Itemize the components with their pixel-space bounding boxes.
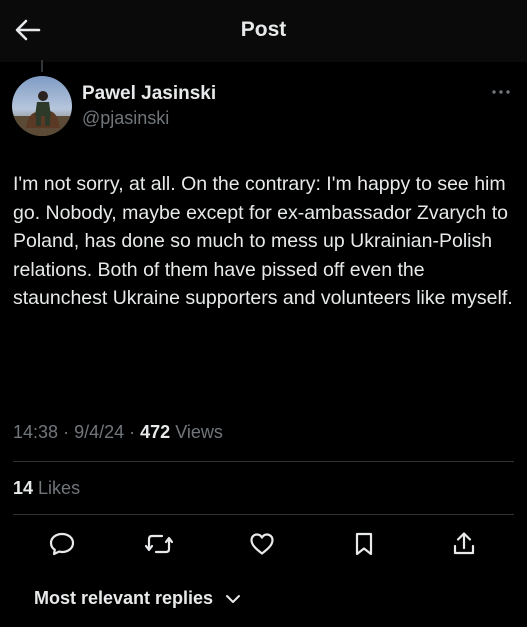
replies-sort-label: Most relevant replies xyxy=(34,588,214,608)
meta-separator: · xyxy=(129,422,136,442)
author-name[interactable]: Pawel Jasinski xyxy=(82,83,216,105)
page-title: Post xyxy=(240,18,287,41)
like-button[interactable] xyxy=(247,529,277,559)
reply-button[interactable] xyxy=(47,529,77,559)
repost-button[interactable] xyxy=(144,529,174,559)
bookmark-icon xyxy=(355,532,373,556)
meta-separator: · xyxy=(63,422,70,442)
avatar[interactable] xyxy=(12,76,72,136)
post-time[interactable]: 14:38 xyxy=(13,422,58,442)
divider xyxy=(13,514,514,515)
likes-label: Likes xyxy=(38,478,81,498)
post-date[interactable]: 9/4/24 xyxy=(74,422,124,442)
more-dots-icon xyxy=(492,90,510,94)
divider xyxy=(13,461,514,462)
share-button[interactable] xyxy=(449,529,479,559)
views-label: Views xyxy=(175,422,223,442)
bookmark-button[interactable] xyxy=(349,529,379,559)
chevron-down-icon xyxy=(226,594,241,603)
views-count: 472 xyxy=(140,422,171,442)
more-options-button[interactable] xyxy=(489,84,513,100)
post-text: I'm not sorry, at all. On the contrary: … xyxy=(13,173,513,309)
repost-arrows-icon xyxy=(145,534,173,554)
speech-bubble-icon xyxy=(49,532,75,556)
thread-connector-line xyxy=(41,60,43,72)
author-handle[interactable]: @pjasinski xyxy=(82,108,169,129)
replies-sort-dropdown[interactable]: Most relevant replies xyxy=(34,588,241,609)
share-upload-icon xyxy=(453,532,475,555)
top-bar: Post xyxy=(0,0,527,62)
post-meta: 14:38 · 9/4/24 · 472 Views xyxy=(13,422,223,443)
likes-summary[interactable]: 14 Likes xyxy=(13,478,80,499)
heart-icon xyxy=(250,533,274,555)
likes-count: 14 xyxy=(13,478,34,498)
